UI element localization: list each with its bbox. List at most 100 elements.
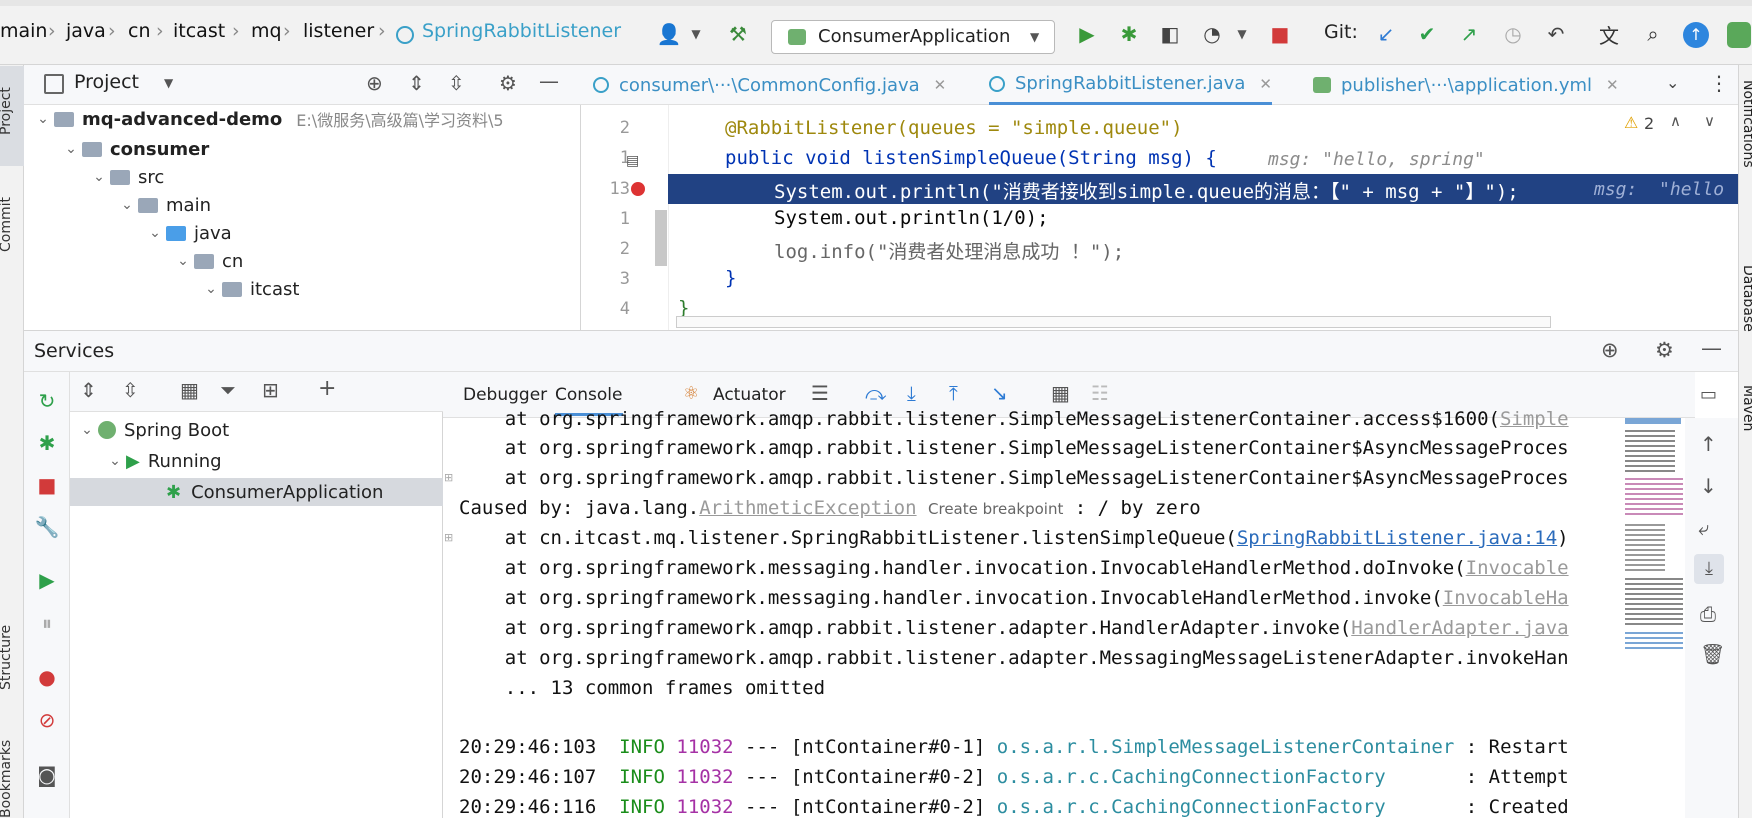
chevron-down-icon[interactable]: ▼ (684, 22, 708, 46)
tree-item-itcast[interactable]: ⌄ itcast (200, 275, 299, 303)
history-icon[interactable]: ◷ (1501, 22, 1525, 46)
search-icon[interactable]: ⌕ (1641, 22, 1665, 46)
mute-breakpoints-icon[interactable]: ⊘ (34, 707, 60, 733)
run-gutter-icon[interactable]: ▤ (626, 153, 639, 169)
tree-item-java[interactable]: ⌄ java (144, 219, 232, 247)
stop-icon[interactable]: ■ (34, 472, 60, 498)
stop-icon[interactable]: ■ (1268, 22, 1292, 46)
tree-item-main[interactable]: ⌄ main (116, 191, 211, 219)
fold-icon[interactable]: ⊞ (444, 531, 453, 544)
project-tool-tab[interactable]: Project (0, 87, 14, 135)
step-into-icon[interactable]: ⤓ (907, 381, 916, 405)
chevron-down-icon[interactable]: ∨ (1704, 112, 1715, 130)
layout-icon[interactable]: ▭ (1700, 384, 1717, 405)
project-panel-title[interactable]: Project (74, 71, 139, 93)
scroll-to-end-icon[interactable]: ⤓ (1694, 554, 1724, 584)
translate-icon[interactable]: 文 (1597, 22, 1621, 48)
step-out-icon[interactable]: ⤒ (949, 381, 958, 405)
run-icon[interactable]: ▶ (1075, 22, 1099, 46)
breakpoint-icon[interactable] (629, 180, 647, 198)
build-hammer-icon[interactable]: ⚒ (726, 22, 750, 46)
resume-icon[interactable]: ▶ (34, 567, 60, 593)
chevron-down-icon[interactable]: ▼ (1230, 22, 1254, 46)
locate-icon[interactable]: ⊕ (1601, 338, 1619, 362)
tree-item-spring-boot[interactable]: ⌄ Spring Boot (76, 416, 229, 444)
soft-wrap-icon[interactable]: ⤶ (1698, 516, 1709, 540)
minimize-icon[interactable]: — (539, 69, 559, 93)
rollback-icon[interactable]: ↶ (1544, 22, 1568, 46)
breadcrumb-cn[interactable]: cn (128, 20, 151, 42)
close-icon[interactable]: ✕ (1259, 75, 1272, 93)
profile-icon[interactable]: ◔ (1200, 22, 1224, 46)
wrench-icon[interactable]: 🔧 (34, 514, 60, 540)
more-options-icon[interactable]: ⋮ (1709, 71, 1729, 95)
create-breakpoint-link[interactable]: Create breakpoint (928, 500, 1063, 518)
chevron-down-icon[interactable]: ▼ (164, 76, 173, 90)
evaluate-icon[interactable]: ▦ (1051, 381, 1070, 405)
tab-debugger[interactable]: Debugger (463, 385, 547, 405)
tab-springrabbitlistener[interactable]: SpringRabbitListener.java ✕ (989, 65, 1272, 105)
debug-bug-icon[interactable]: ✱ (34, 430, 60, 456)
exception-link[interactable]: ArithmeticException (699, 497, 916, 519)
update-icon[interactable]: ↑ (1683, 22, 1709, 48)
print-icon[interactable]: ⎙ (1700, 602, 1716, 626)
pause-icon[interactable]: ⏸ (34, 610, 60, 636)
trash-icon[interactable]: 🗑 (1700, 642, 1725, 666)
tree-item-consumer-application[interactable]: ✱ ConsumerApplication (70, 478, 443, 506)
group-icon[interactable]: ▦ (180, 378, 199, 402)
source-link[interactable]: SpringRabbitListener.java:14 (1237, 527, 1557, 549)
breadcrumb-itcast[interactable]: itcast (173, 20, 225, 42)
bookmarks-tool-tab[interactable]: Bookmarks (0, 740, 14, 818)
warning-icon[interactable]: ⚠ (1624, 113, 1638, 132)
camera-icon[interactable]: ◙ (34, 762, 60, 788)
chevron-up-icon[interactable]: ∧ (1670, 112, 1681, 130)
maven-tool-tab[interactable]: Maven (1740, 385, 1752, 431)
breadcrumb-listener[interactable]: listener (303, 20, 374, 42)
tree-item-running[interactable]: ⌄ ▶ Running (104, 447, 221, 475)
git-update-icon[interactable]: ↙ (1374, 22, 1398, 46)
database-tool-tab[interactable]: Database (1740, 265, 1752, 332)
breadcrumb-file[interactable]: SpringRabbitListener (422, 20, 621, 42)
tree-item-src[interactable]: ⌄ src (88, 163, 164, 191)
close-icon[interactable]: ✕ (934, 76, 947, 94)
fold-icon[interactable]: ⊞ (444, 471, 453, 484)
step-over-icon[interactable]: ⤼ (865, 381, 886, 405)
tab-commonconfig[interactable]: consumer\···\CommonConfig.java ✕ (593, 65, 946, 105)
close-icon[interactable]: ✕ (1606, 76, 1619, 94)
tree-item-consumer[interactable]: ⌄ consumer (60, 135, 209, 163)
coverage-icon[interactable]: ◧ (1158, 22, 1182, 46)
tree-item-cn[interactable]: ⌄ cn (172, 247, 243, 275)
run-config-selector[interactable]: ConsumerApplication ▼ (771, 20, 1055, 54)
rerun-icon[interactable]: ↻ (34, 388, 60, 414)
tree-item-root[interactable]: ⌄ mq-advanced-demo E:\微服务\高级篇\学习资料\5 (32, 105, 503, 133)
add-icon[interactable]: + (318, 376, 336, 401)
menu-icon[interactable]: ☰ (811, 381, 829, 405)
view-breakpoints-icon[interactable]: ● (34, 664, 60, 690)
structure-tool-tab[interactable]: Structure (0, 625, 14, 690)
new-tab-icon[interactable]: ⊞ (262, 378, 279, 402)
scroll-up-icon[interactable]: ↑ (1700, 432, 1717, 456)
collapse-all-icon[interactable]: ⇳ (448, 71, 465, 95)
debug-bug-icon[interactable]: ✱ (1117, 22, 1141, 46)
gear-icon[interactable]: ⚙ (499, 71, 517, 95)
locate-icon[interactable]: ⊕ (366, 71, 383, 95)
scroll-down-icon[interactable]: ↓ (1700, 474, 1717, 498)
notifications-tool-tab[interactable]: Notifications (1740, 80, 1752, 168)
collapse-all-icon[interactable]: ⇳ (122, 378, 139, 402)
minimize-icon[interactable]: — (1701, 336, 1722, 360)
tab-actuator[interactable]: Actuator (713, 385, 786, 405)
console-minimap[interactable] (1623, 418, 1685, 658)
expand-all-icon[interactable]: ⇕ (80, 378, 97, 402)
chevron-down-icon[interactable]: ⌄ (1666, 73, 1679, 92)
trace-icon[interactable]: ☷ (1091, 381, 1109, 405)
user-icon[interactable]: 👤 (657, 22, 682, 46)
horizontal-scrollbar[interactable] (676, 316, 1551, 328)
filter-icon[interactable]: ⏷ (220, 378, 236, 402)
breadcrumb-mq[interactable]: mq (251, 20, 282, 42)
gear-icon[interactable]: ⚙ (1655, 338, 1674, 362)
git-commit-icon[interactable]: ✔ (1415, 22, 1439, 46)
plugin-icon[interactable] (1727, 22, 1751, 48)
git-push-icon[interactable]: ↗ (1457, 22, 1481, 46)
tab-application-yml[interactable]: publisher\···\application.yml ✕ (1313, 65, 1619, 105)
breadcrumb-java[interactable]: java (66, 20, 106, 42)
